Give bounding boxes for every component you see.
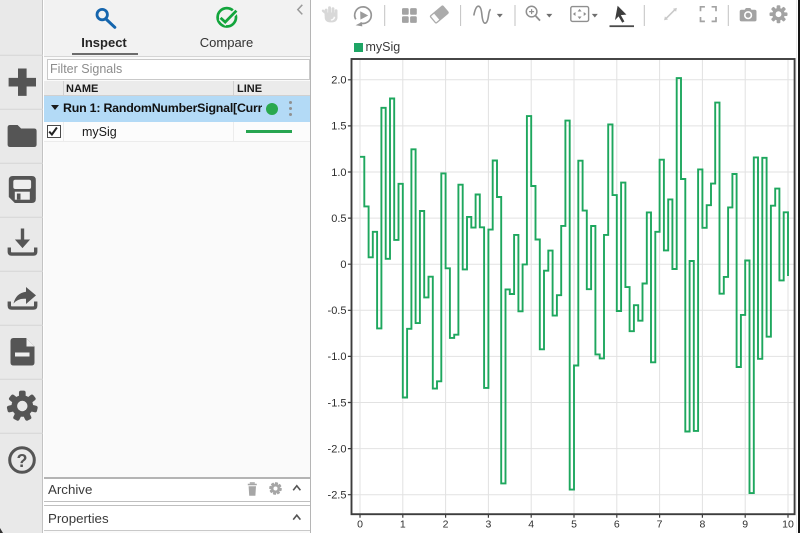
svg-text:0.5: 0.5 (331, 213, 346, 225)
svg-text:-1.5: -1.5 (328, 397, 347, 409)
svg-text:5: 5 (571, 519, 577, 531)
svg-text:9: 9 (742, 519, 748, 531)
svg-text:1: 1 (400, 519, 406, 531)
svg-text:7: 7 (657, 519, 663, 531)
svg-text:-2.5: -2.5 (328, 490, 347, 502)
svg-text:?: ? (17, 451, 28, 471)
svg-text:0: 0 (357, 519, 363, 531)
svg-text:-2.0: -2.0 (328, 443, 347, 455)
svg-text:2: 2 (443, 519, 449, 531)
svg-text:2.0: 2.0 (331, 75, 346, 87)
svg-text:1.0: 1.0 (331, 167, 346, 179)
svg-text:8: 8 (699, 519, 705, 531)
svg-text:0: 0 (340, 259, 346, 271)
svg-text:10: 10 (782, 519, 794, 531)
svg-text:4: 4 (528, 519, 534, 531)
svg-text:3: 3 (485, 519, 491, 531)
svg-text:-1.0: -1.0 (328, 351, 347, 363)
svg-text:6: 6 (614, 519, 620, 531)
svg-text:-0.5: -0.5 (328, 305, 347, 317)
svg-text:1.5: 1.5 (331, 121, 346, 133)
